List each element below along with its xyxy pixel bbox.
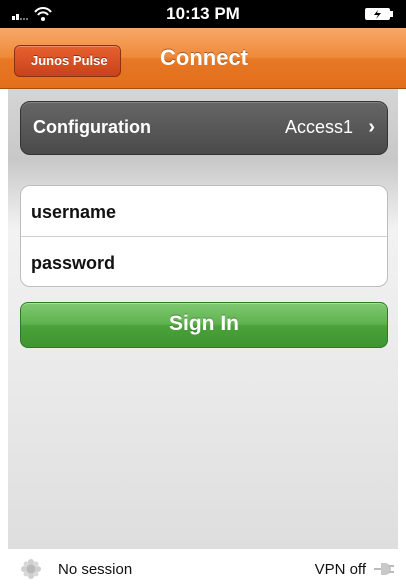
chevron-right-icon: ›	[368, 116, 375, 138]
status-time: 10:13 PM	[166, 4, 240, 23]
nav-bar: Junos Pulse Connect	[0, 28, 406, 89]
page-title: Connect	[160, 45, 248, 70]
sign-in-button[interactable]: Sign In	[20, 302, 388, 348]
back-button[interactable]: Junos Pulse	[14, 45, 121, 77]
session-status-label: No session	[58, 561, 133, 578]
bottom-status-bar: No session VPN off	[0, 549, 406, 587]
connect-panel: Configuration Access1 › username passwor…	[8, 89, 398, 549]
vpn-status-label: VPN off	[314, 561, 366, 578]
vpn-plug-icon	[374, 563, 394, 575]
configuration-value: Access1	[284, 117, 353, 137]
session-status-icon	[21, 559, 41, 579]
credentials-form: username password	[20, 185, 388, 287]
password-field[interactable]: password	[21, 236, 387, 286]
configuration-label: Configuration	[33, 117, 151, 137]
configuration-row[interactable]: Configuration Access1 ›	[20, 101, 388, 155]
status-bar: 10:13 PM	[0, 0, 406, 28]
battery-icon	[365, 8, 393, 20]
username-field[interactable]: username	[21, 186, 387, 236]
